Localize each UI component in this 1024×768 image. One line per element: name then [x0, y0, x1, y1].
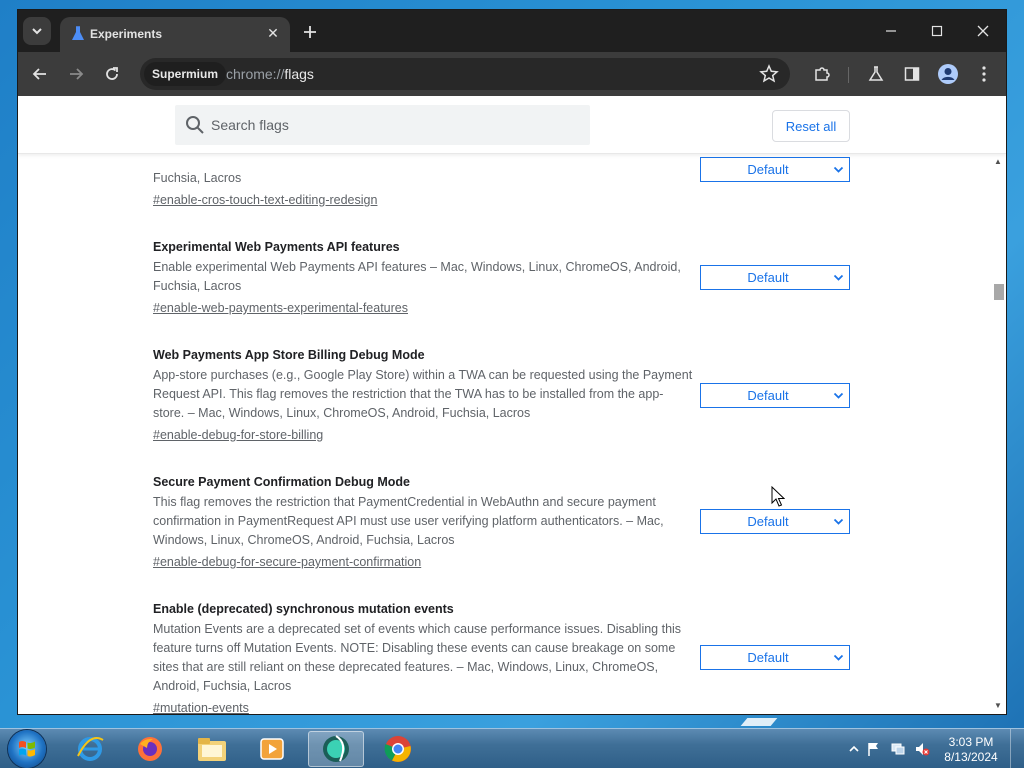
flag-title: Secure Payment Confirmation Debug Mode: [153, 475, 410, 489]
chevron-down-icon: [833, 518, 844, 525]
chevron-down-icon: [833, 274, 844, 281]
side-panel-icon: [904, 67, 920, 81]
flag-description: Mutation Events are a deprecated set of …: [153, 622, 682, 693]
flag-description: Fuchsia, Lacros: [153, 171, 242, 185]
flag-link[interactable]: #enable-web-payments-experimental-featur…: [153, 301, 408, 315]
show-desktop-button[interactable]: [1010, 729, 1024, 768]
flask-icon: [868, 66, 884, 81]
media-player-icon: [260, 738, 284, 760]
reload-icon: [106, 67, 118, 80]
show-hidden-icons-icon[interactable]: [846, 741, 862, 757]
taskbar-chrome[interactable]: [370, 731, 426, 767]
maximize-button[interactable]: [914, 18, 960, 44]
flags-list: Fuchsia, Lacros #enable-cros-touch-text-…: [18, 96, 993, 714]
flag-description: This flag removes the restriction that P…: [153, 495, 664, 547]
taskbar-supermium-active[interactable]: [308, 731, 364, 767]
browser-window: Experiments ✕ Supermium chrome://flags S…: [18, 10, 1006, 714]
desktop-background-glint: [740, 718, 778, 726]
flag-description: App-store purchases (e.g., Google Play S…: [153, 368, 693, 420]
forward-arrow-icon: [70, 68, 84, 80]
scrollbar-thumb[interactable]: [994, 284, 1004, 300]
flag-select[interactable]: Default: [700, 509, 850, 534]
flag-select[interactable]: Default: [700, 157, 850, 182]
reset-all-button[interactable]: Reset all: [772, 110, 850, 142]
flags-page: Reset all Fuchsia, Lacros #enable-cros-t…: [18, 96, 1006, 714]
flag-link[interactable]: #mutation-events: [153, 701, 249, 714]
action-center-flag-icon[interactable]: [866, 741, 882, 757]
volume-muted-icon[interactable]: [914, 741, 930, 757]
close-icon: [977, 25, 989, 37]
chevron-down-icon: [833, 654, 844, 661]
avatar-icon: [938, 64, 958, 84]
maximize-icon: [931, 25, 943, 37]
minimize-button[interactable]: [868, 18, 914, 44]
flag-description: Enable experimental Web Payments API fea…: [153, 260, 681, 293]
menu-button[interactable]: [970, 60, 998, 88]
clock-time: 3:03 PM: [948, 735, 994, 749]
system-clock[interactable]: 3:03 PM 8/13/2024: [936, 735, 1006, 765]
search-icon: [186, 116, 204, 134]
star-icon[interactable]: [758, 63, 780, 85]
browser-toolbar: Supermium chrome://flags: [18, 52, 1006, 96]
supermium-icon: [323, 735, 349, 762]
start-button[interactable]: [8, 730, 46, 768]
taskbar-media-player[interactable]: [244, 731, 300, 767]
profile-button[interactable]: [934, 60, 962, 88]
extensions-button[interactable]: [808, 60, 836, 88]
taskbar: 3:03 PM 8/13/2024: [0, 728, 1024, 768]
flag-select[interactable]: Default: [700, 265, 850, 290]
internet-explorer-icon: [77, 737, 104, 761]
minimize-icon: [886, 30, 896, 32]
flag-title: Enable (deprecated) synchronous mutation…: [153, 602, 454, 616]
browser-chip[interactable]: Supermium: [144, 62, 227, 86]
chevron-down-icon: [32, 28, 42, 35]
back-arrow-icon: [32, 68, 46, 80]
reload-button[interactable]: [98, 60, 126, 88]
close-icon[interactable]: ✕: [264, 24, 282, 42]
flag-select[interactable]: Default: [700, 645, 850, 670]
chrome-icon: [384, 736, 411, 762]
new-tab-button[interactable]: [298, 20, 322, 44]
scroll-up-arrow-icon[interactable]: ▲: [994, 158, 1002, 166]
tab-search-button[interactable]: [23, 17, 51, 45]
windows-logo-icon: [19, 741, 35, 757]
flag-select[interactable]: Default: [700, 383, 850, 408]
flag-link[interactable]: #enable-debug-for-store-billing: [153, 428, 323, 442]
puzzle-icon: [815, 67, 830, 81]
flag-link[interactable]: #enable-debug-for-secure-payment-confirm…: [153, 555, 421, 569]
side-panel-button[interactable]: [898, 60, 926, 88]
close-window-button[interactable]: [960, 18, 1006, 44]
flag-title: Experimental Web Payments API features: [153, 240, 400, 254]
back-button[interactable]: [26, 60, 54, 88]
url-text[interactable]: chrome://flags: [226, 66, 314, 82]
folder-icon: [198, 738, 226, 761]
scroll-down-arrow-icon[interactable]: ▼: [994, 702, 1002, 710]
flask-icon: [72, 26, 84, 40]
taskbar-file-explorer[interactable]: [184, 731, 240, 767]
forward-button[interactable]: [62, 60, 90, 88]
taskbar-firefox[interactable]: [122, 731, 178, 767]
clock-date: 8/13/2024: [944, 750, 998, 764]
mouse-cursor-icon: [771, 486, 785, 507]
search-box[interactable]: [175, 105, 590, 145]
firefox-icon: [138, 737, 162, 761]
kebab-menu-icon: [982, 66, 986, 82]
flag-title: Web Payments App Store Billing Debug Mod…: [153, 348, 425, 362]
network-icon[interactable]: [890, 741, 906, 757]
page-scrollbar[interactable]: ▲ ▼: [992, 154, 1004, 714]
taskbar-internet-explorer[interactable]: [62, 731, 118, 767]
chevron-down-icon: [833, 392, 844, 399]
tab-title: Experiments: [90, 27, 163, 41]
toolbar-separator: [848, 67, 849, 83]
chevron-down-icon: [833, 166, 844, 173]
flags-header: Reset all: [18, 96, 1006, 154]
tab-strip: Experiments ✕: [18, 10, 1006, 52]
flag-link[interactable]: #enable-cros-touch-text-editing-redesign: [153, 193, 377, 207]
search-input[interactable]: [211, 115, 571, 135]
address-bar[interactable]: Supermium chrome://flags: [140, 58, 790, 90]
tab-experiments[interactable]: Experiments ✕: [60, 17, 290, 52]
labs-button[interactable]: [862, 60, 890, 88]
plus-icon: [304, 26, 316, 38]
